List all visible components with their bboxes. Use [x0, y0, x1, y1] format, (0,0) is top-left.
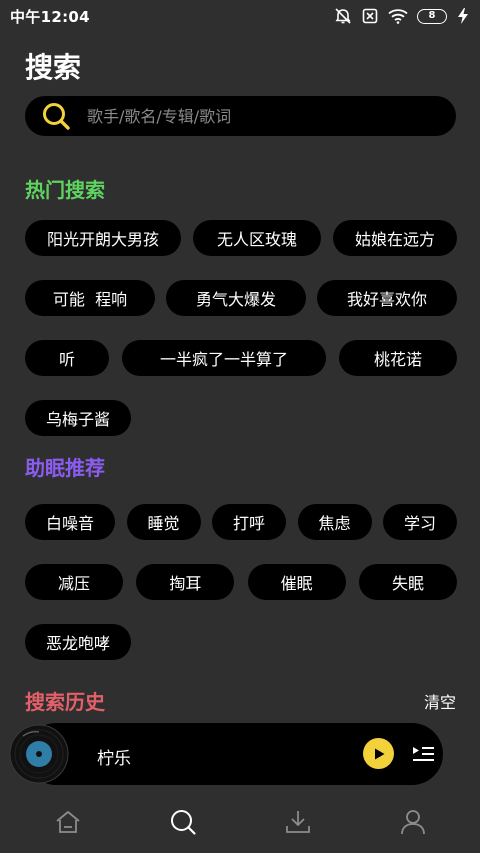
vinyl-disc-icon[interactable] — [9, 724, 69, 784]
tab-profile[interactable] — [383, 797, 443, 847]
hot-search-chip[interactable]: 乌梅子酱 — [25, 400, 131, 436]
hot-search-chip[interactable]: 无人区玫瑰 — [193, 220, 321, 256]
sleep-chip[interactable]: 掏耳 — [136, 564, 235, 600]
page-title: 搜索 — [25, 51, 82, 84]
bottom-tab-bar — [0, 790, 480, 853]
home-icon — [55, 810, 80, 833]
hot-search-chip[interactable]: 桃花诺 — [339, 340, 457, 376]
sleep-recommend-list: 白噪音 睡觉 打呼 焦虑 学习 减压 掏耳 催眠 失眠 恶龙咆哮 — [25, 504, 457, 660]
clear-history-button[interactable]: 清空 — [424, 689, 456, 713]
sim-off-icon — [362, 8, 378, 24]
sleep-chip[interactable]: 学习 — [383, 504, 457, 540]
download-icon — [285, 810, 310, 833]
player-track-name: 柠乐 — [97, 749, 131, 769]
battery-level: 8 — [428, 10, 436, 21]
hot-search-chip[interactable]: 我好喜欢你 — [317, 280, 457, 316]
tab-search[interactable] — [153, 797, 213, 847]
search-bar[interactable] — [25, 96, 456, 136]
status-bar: 中午12:04 8 — [0, 0, 480, 32]
search-input[interactable] — [87, 106, 417, 126]
status-icons: 8 — [334, 7, 470, 25]
play-icon — [374, 748, 384, 759]
sleep-chip[interactable]: 恶龙咆哮 — [25, 624, 131, 660]
sleep-recommend-title: 助眠推荐 — [25, 456, 105, 480]
hot-search-chip[interactable]: 可能 程响 — [25, 280, 155, 316]
hot-search-list: 阳光开朗大男孩 无人区玫瑰 姑娘在远方 可能 程响 勇气大爆发 我好喜欢你 听 … — [25, 220, 457, 436]
play-button[interactable] — [363, 738, 394, 769]
hot-search-chip[interactable]: 阳光开朗大男孩 — [25, 220, 181, 256]
search-history-title: 搜索历史 — [25, 690, 105, 714]
user-icon — [400, 809, 425, 834]
tab-home[interactable] — [38, 797, 98, 847]
sleep-chip[interactable]: 打呼 — [212, 504, 286, 540]
hot-search-title: 热门搜索 — [25, 178, 105, 202]
sleep-chip[interactable]: 减压 — [25, 564, 123, 600]
sleep-chip[interactable]: 睡觉 — [126, 504, 201, 540]
sleep-chip[interactable]: 焦虑 — [297, 504, 372, 540]
alarm-off-icon — [335, 8, 351, 24]
tab-download[interactable] — [268, 797, 328, 847]
status-time: 中午12:04 — [10, 7, 90, 26]
playlist-icon[interactable] — [410, 741, 436, 767]
hot-search-chip[interactable]: 勇气大爆发 — [166, 280, 306, 316]
sleep-chip[interactable]: 白噪音 — [25, 504, 115, 540]
sleep-chip[interactable]: 失眠 — [358, 564, 457, 600]
search-tab-icon — [170, 809, 196, 835]
battery-icon: 8 — [417, 8, 447, 24]
hot-search-chip[interactable]: 姑娘在远方 — [333, 220, 457, 256]
wifi-icon — [388, 9, 408, 24]
hot-search-chip[interactable]: 听 — [25, 340, 109, 376]
charging-icon — [458, 8, 468, 24]
search-icon — [43, 103, 70, 130]
hot-search-chip[interactable]: 一半疯了一半算了 — [122, 340, 326, 376]
sleep-chip[interactable]: 催眠 — [247, 564, 346, 600]
